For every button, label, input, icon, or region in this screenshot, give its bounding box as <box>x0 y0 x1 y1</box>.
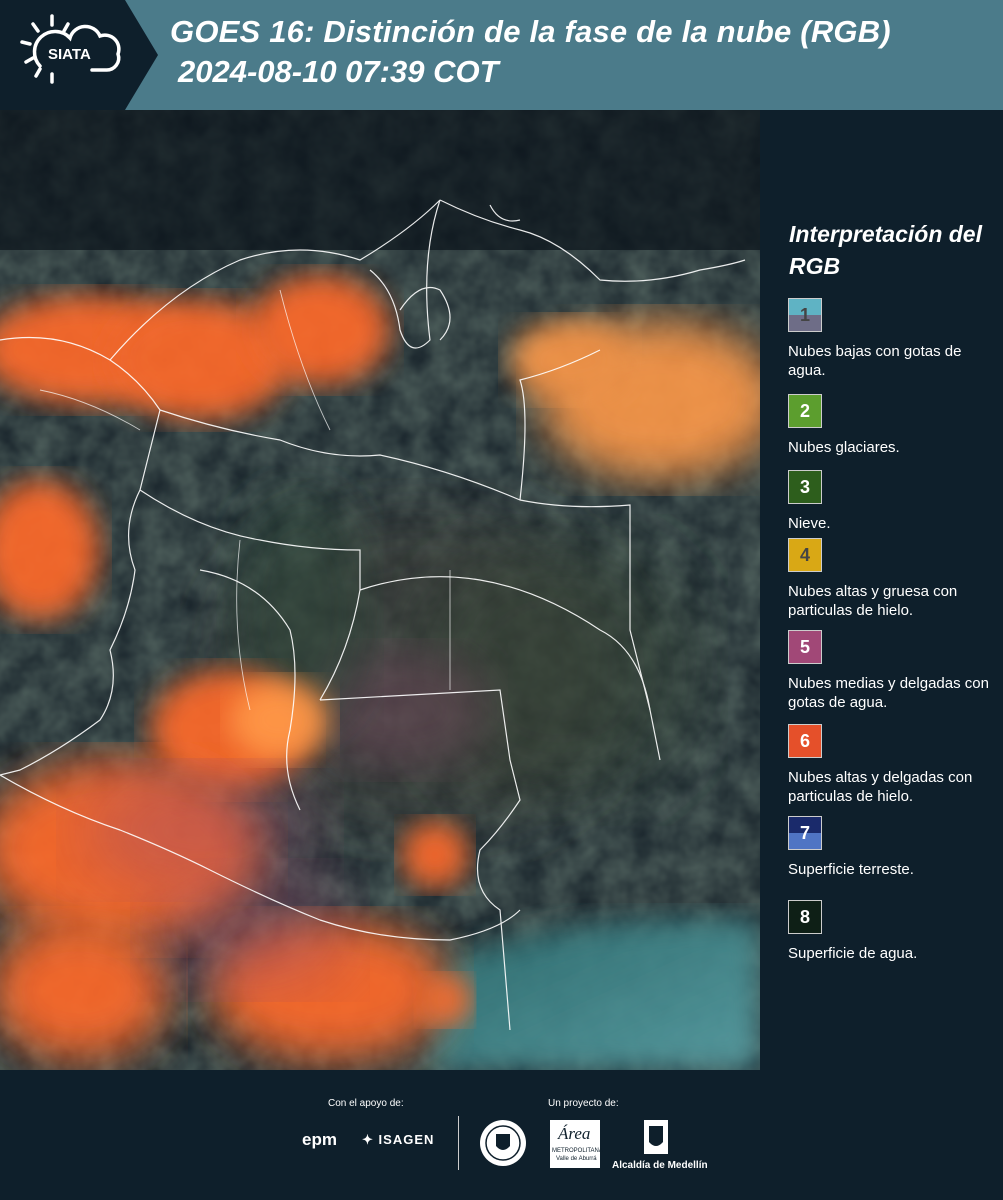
legend-number: 8 <box>799 906 810 927</box>
epm-logo: epm <box>302 1130 337 1149</box>
legend-swatch: 8 <box>788 900 822 934</box>
legend-label: Nubes altas y delgadas con particulas de… <box>788 769 973 805</box>
legend-swatch: 5 <box>788 630 822 664</box>
rgb-legend: Interpretación del RGB 1 Nubes bajas con … <box>760 110 1003 1070</box>
map-title: GOES 16: Distinción de la fase de la nub… <box>170 14 891 49</box>
legend-label: Nubes glaciares. <box>788 439 900 456</box>
legend-number: 3 <box>799 476 810 497</box>
legend-item-6: 6 Nubes altas y delgadas con particulas d… <box>788 724 1003 806</box>
satellite-map <box>0 110 760 1070</box>
alcaldia-label: Alcaldía de Medellín <box>612 1160 708 1171</box>
legend-item-3: 3 Nieve. <box>788 470 1003 533</box>
legend-swatch: 2 <box>788 394 822 428</box>
legend-item-5: 5 Nubes medias y delgadas con gotas de ag… <box>788 630 1003 712</box>
legend-label: Nubes bajas con gotas de agua. <box>788 343 962 379</box>
legend-swatch: 6 <box>788 724 822 758</box>
map-timestamp: 2024-08-10 07:39 COT <box>178 54 499 89</box>
legend-swatch: 7 <box>788 816 822 850</box>
legend-item-4: 4 Nubes altas y gruesa con particulas de … <box>788 538 1003 620</box>
legend-label: Superficie de agua. <box>788 945 918 962</box>
legend-swatch: 3 <box>788 470 822 504</box>
legend-label: Superficie terreste. <box>788 861 914 878</box>
legend-item-7: 7 Superficie terreste. <box>788 816 1003 879</box>
alcaldia-shield-icon <box>644 1120 668 1154</box>
isagen-icon: ✦ <box>362 1132 374 1147</box>
legend-number: 5 <box>799 636 810 657</box>
legend-label: Nieve. <box>788 515 831 532</box>
legend-number: 2 <box>799 400 810 421</box>
isagen-logo: ✦ ISAGEN <box>362 1132 435 1147</box>
header-bar: SIATA GOES 16: Distinción de la fase de … <box>0 0 1003 110</box>
legend-swatch: 1 <box>788 298 822 332</box>
legend-number: 1 <box>799 304 810 325</box>
legend-number: 6 <box>799 730 810 751</box>
footer-divider <box>458 1116 459 1170</box>
satellite-image <box>0 110 760 1070</box>
legend-number: 7 <box>799 822 810 843</box>
legend-number: 4 <box>799 544 810 565</box>
medellin-seal-icon <box>480 1120 526 1166</box>
legend-item-2: 2 Nubes glaciares. <box>788 394 1003 457</box>
legend-title: Interpretación del RGB <box>789 221 982 279</box>
legend-label: Nubes medias y delgadas con gotas de agu… <box>788 675 989 711</box>
legend-label: Nubes altas y gruesa con particulas de h… <box>788 583 958 619</box>
svg-text:SIATA: SIATA <box>48 46 91 63</box>
legend-item-1: 1 Nubes bajas con gotas de agua. <box>788 298 1003 380</box>
footer: Con el apoyo de: Un proyecto de: epm ✦ I… <box>0 1070 1003 1200</box>
project-label: Un proyecto de: <box>548 1098 619 1109</box>
support-label: Con el apoyo de: <box>328 1098 404 1109</box>
area-metropolitana-logo: Área METROPOLITANA Valle de Aburrá <box>550 1120 603 1168</box>
legend-item-8: 8 Superficie de agua. <box>788 900 1003 963</box>
legend-swatch: 4 <box>788 538 822 572</box>
siata-logo: SIATA <box>0 0 158 110</box>
